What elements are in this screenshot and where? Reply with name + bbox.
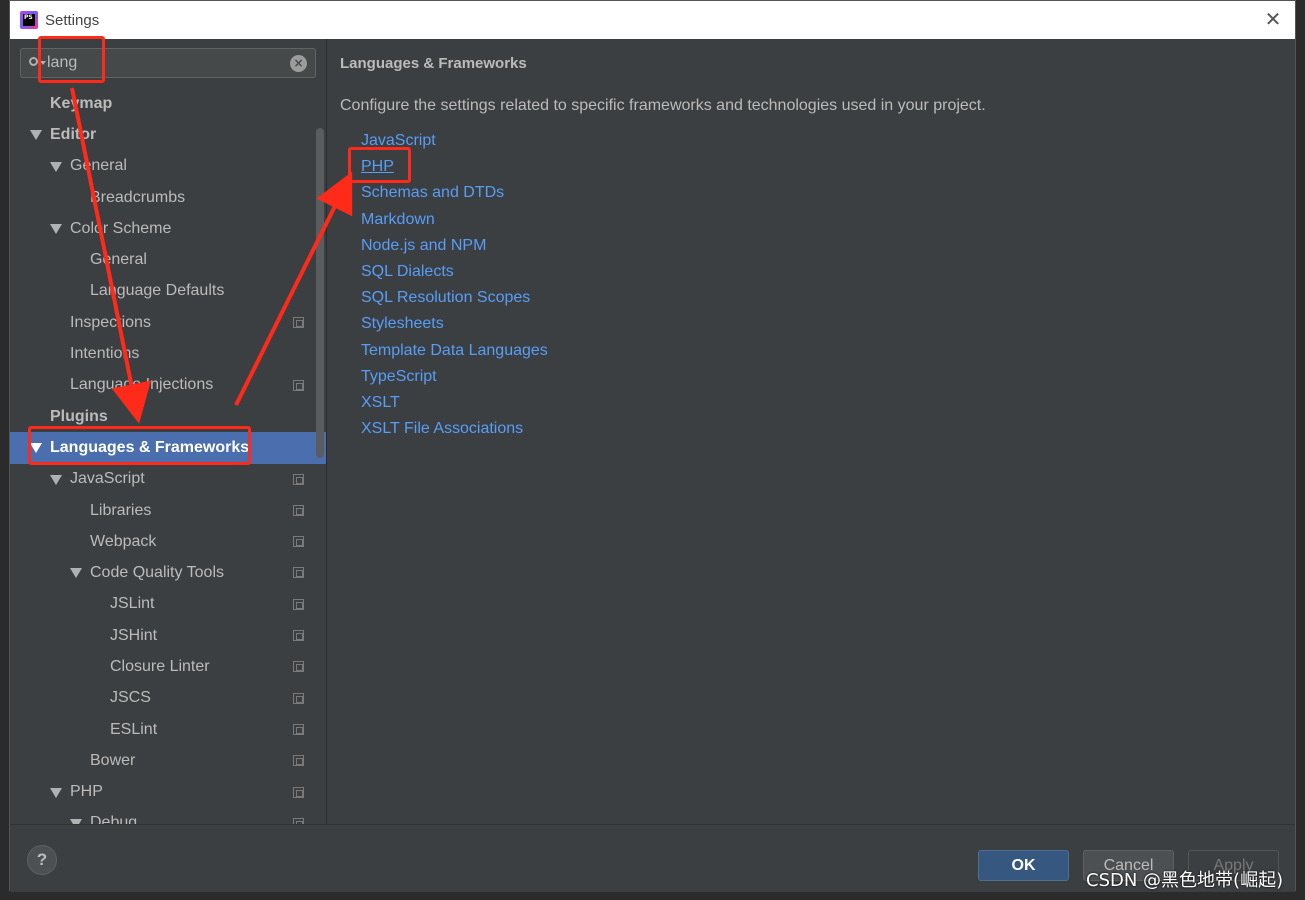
expand-arrow-icon[interactable]: [50, 787, 62, 798]
sidebar-item-debug[interactable]: Debug: [10, 808, 326, 824]
sidebar-item-intentions[interactable]: Intentions: [10, 338, 326, 369]
sidebar-item-label: PHP: [70, 783, 103, 801]
sidebar-item-php[interactable]: PHP: [10, 777, 326, 808]
sidebar-item-language-injections[interactable]: Language Injections: [10, 370, 326, 401]
sidebar-item-label: Plugins: [50, 407, 108, 425]
project-settings-icon: [293, 692, 304, 704]
sidebar-item-label: JSHint: [110, 626, 158, 644]
background-left-strip: [0, 0, 9, 900]
annotation-box-search: [38, 36, 105, 83]
sidebar-item-language-defaults[interactable]: Language Defaults: [10, 276, 326, 307]
sidebar-item-jshint[interactable]: JSHint: [10, 620, 326, 651]
sidebar-item-label: Inspections: [70, 313, 151, 331]
link-markdown[interactable]: Markdown: [361, 208, 548, 234]
sidebar-item-label: Intentions: [70, 345, 140, 363]
app-icon-text: PS: [23, 14, 35, 26]
link-sql-dialects[interactable]: SQL Dialects: [361, 260, 548, 286]
sidebar-item-label: Code Quality Tools: [90, 564, 224, 582]
sidebar-item-label: Language Injections: [70, 376, 214, 394]
expand-arrow-icon[interactable]: [50, 224, 62, 235]
project-settings-icon: [293, 598, 304, 610]
sidebar-item-closure-linter[interactable]: Closure Linter: [10, 651, 326, 682]
annotation-box-languages: [28, 426, 251, 465]
title-bar: PS Settings ✕: [10, 1, 1295, 39]
sidebar-item-color-scheme-general[interactable]: General: [10, 244, 326, 275]
link-stylesheets[interactable]: Stylesheets: [361, 312, 548, 338]
project-settings-icon: [293, 723, 304, 735]
link-nodejs-npm[interactable]: Node.js and NPM: [361, 234, 548, 260]
csdn-watermark: CSDN @黑色地带(崛起): [1086, 870, 1284, 891]
project-settings-icon: [293, 504, 304, 516]
sidebar-item-code-quality-tools[interactable]: Code Quality Tools: [10, 557, 326, 588]
link-xslt-file-associations[interactable]: XSLT File Associations: [361, 417, 548, 443]
sidebar-item-label: Debug: [90, 814, 138, 824]
page-title: Languages & Frameworks: [340, 55, 527, 72]
background-bottom-strip: [0, 891, 1305, 900]
sidebar-item-label: ESLint: [110, 720, 158, 738]
sidebar-scrollbar[interactable]: [316, 128, 324, 458]
ok-button[interactable]: OK: [978, 850, 1069, 881]
sidebar-item-eslint[interactable]: ESLint: [10, 714, 326, 745]
project-settings-icon: [293, 379, 304, 391]
sidebar-item-breadcrumbs[interactable]: Breadcrumbs: [10, 182, 326, 213]
sidebar-item-webpack[interactable]: Webpack: [10, 526, 326, 557]
sidebar-item-label: JavaScript: [70, 470, 145, 488]
sidebar-item-label: Closure Linter: [110, 657, 210, 675]
expand-arrow-icon[interactable]: [70, 568, 82, 579]
project-settings-icon: [293, 473, 304, 485]
project-settings-icon: [293, 661, 304, 673]
sidebar-item-label: Bower: [90, 751, 136, 769]
project-settings-icon: [293, 786, 304, 798]
link-template-data-languages[interactable]: Template Data Languages: [361, 339, 548, 365]
page-description: Configure the settings related to specif…: [340, 97, 986, 114]
phpstorm-app-icon: PS: [20, 11, 38, 29]
sidebar-item-label: General: [70, 157, 127, 175]
content-panel: Languages & Frameworks Configure the set…: [327, 39, 1295, 824]
link-typescript[interactable]: TypeScript: [361, 365, 548, 391]
sidebar-item-label: Language Defaults: [90, 282, 225, 300]
sidebar-item-editor[interactable]: Editor: [10, 119, 326, 150]
sidebar-item-color-scheme[interactable]: Color Scheme: [10, 213, 326, 244]
expand-arrow-icon[interactable]: [50, 161, 62, 172]
project-settings-icon: [293, 536, 304, 548]
sidebar-item-jslint[interactable]: JSLint: [10, 589, 326, 620]
project-settings-icon: [293, 630, 304, 642]
link-sql-resolution-scopes[interactable]: SQL Resolution Scopes: [361, 286, 548, 312]
sidebar-item-label: Keymap: [50, 94, 113, 112]
help-button[interactable]: ?: [27, 845, 57, 875]
expand-arrow-icon[interactable]: [50, 474, 62, 485]
sidebar-item-label: JSCS: [110, 689, 151, 707]
expand-arrow-icon[interactable]: [30, 130, 42, 141]
sidebar-item-general[interactable]: General: [10, 151, 326, 182]
link-xslt[interactable]: XSLT: [361, 391, 548, 417]
link-schemas-dtds[interactable]: Schemas and DTDs: [361, 181, 548, 207]
sidebar-item-label: General: [90, 251, 147, 269]
clear-search-icon[interactable]: ×: [290, 55, 307, 72]
sidebar-item-label: Webpack: [90, 532, 157, 550]
sidebar-item-label: JSLint: [110, 595, 155, 613]
sidebar-item-label: Color Scheme: [70, 219, 172, 237]
sidebar-item-keymap[interactable]: Keymap: [10, 88, 326, 119]
sidebar-item-label: Breadcrumbs: [90, 188, 186, 206]
sidebar-item-bower[interactable]: Bower: [10, 745, 326, 776]
annotation-box-php: [348, 147, 411, 183]
sidebar-item-inspections[interactable]: Inspections: [10, 307, 326, 338]
sidebar-item-jscs[interactable]: JSCS: [10, 683, 326, 714]
sidebar-item-javascript[interactable]: JavaScript: [10, 464, 326, 495]
sidebar-item-label: Libraries: [90, 501, 152, 519]
project-settings-icon: [293, 567, 304, 579]
project-settings-icon: [293, 755, 304, 767]
project-settings-icon: [293, 317, 304, 329]
close-icon[interactable]: ✕: [1263, 9, 1283, 29]
background-right-strip: [1296, 0, 1305, 900]
sidebar-item-libraries[interactable]: Libraries: [10, 495, 326, 526]
window-title: Settings: [45, 11, 100, 29]
sidebar-item-label: Editor: [50, 125, 97, 143]
